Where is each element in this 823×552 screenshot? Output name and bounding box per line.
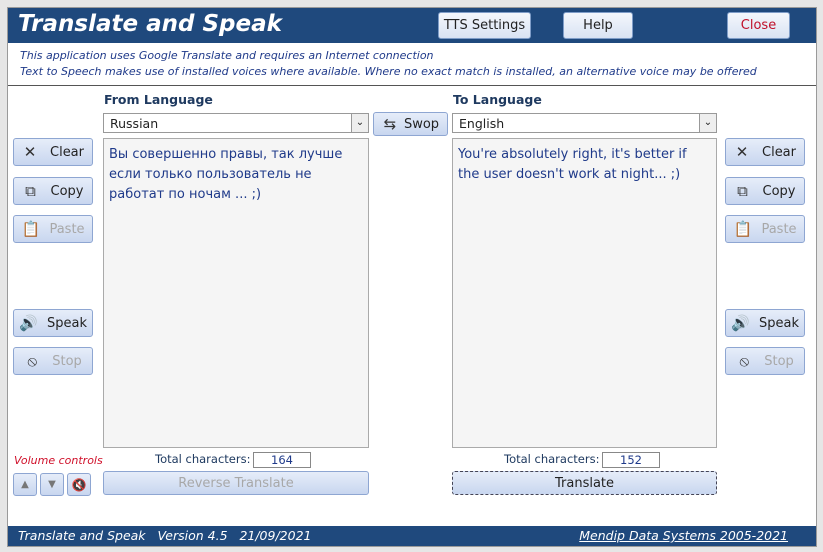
header-bar: Translate and Speak TTS Settings Help Cl… [8, 8, 816, 43]
left-speak-button[interactable]: 🔊 Speak [13, 309, 93, 337]
copy-icon: ⧉ [25, 182, 36, 200]
left-copy-button[interactable]: ⧉ Copy [13, 177, 93, 205]
app-window: Translate and Speak TTS Settings Help Cl… [7, 7, 817, 547]
speaker-icon: 🔊 [731, 314, 750, 332]
stop-speaker-icon: ⦸ [739, 352, 750, 370]
footer-version: Translate and Speak Version 4.5 21/09/20… [18, 528, 312, 543]
divider [8, 85, 816, 86]
to-count-value: 152 [602, 452, 660, 468]
left-clear-button[interactable]: ✕ Clear [13, 138, 93, 166]
right-stop-button[interactable]: ⦸ Stop [725, 347, 805, 375]
speaker-icon: 🔊 [19, 314, 38, 332]
reverse-translate-button[interactable]: Reverse Translate [103, 471, 369, 495]
left-paste-button[interactable]: 📋 Paste [13, 215, 93, 243]
app-title: Translate and Speak [18, 11, 282, 37]
close-button[interactable]: Close [727, 12, 790, 39]
x-icon: ✕ [23, 143, 37, 161]
copy-label: Copy [762, 183, 796, 199]
stop-label: Stop [52, 353, 82, 369]
right-clear-button[interactable]: ✕ Clear [725, 138, 805, 166]
from-language-select[interactable]: Russian ⌄ [103, 113, 369, 133]
from-count-value: 164 [253, 452, 311, 468]
help-button[interactable]: Help [563, 12, 633, 39]
clear-label: Clear [50, 144, 84, 160]
to-language-value: English [459, 116, 505, 131]
to-language-label: To Language [453, 92, 542, 107]
chevron-down-icon[interactable]: ⌄ [351, 114, 368, 132]
chevron-down-icon[interactable]: ⌄ [699, 114, 716, 132]
stop-label: Stop [764, 353, 794, 369]
translate-button[interactable]: Translate [452, 471, 717, 495]
paste-icon: 📋 [733, 220, 753, 238]
clear-label: Clear [762, 144, 796, 160]
volume-controls-label: Volume controls [14, 454, 103, 467]
copy-icon: ⧉ [737, 182, 748, 200]
mute-icon: 🔇 [71, 477, 87, 492]
translated-text-area[interactable]: You're absolutely right, it's better if … [452, 138, 717, 448]
swap-arrows-icon: ⇆ [383, 115, 397, 133]
x-icon: ✕ [735, 143, 749, 161]
info-line-1: This application uses Google Translate a… [20, 49, 434, 62]
tts-settings-button[interactable]: TTS Settings [438, 12, 531, 39]
paste-label: Paste [49, 221, 85, 237]
copy-label: Copy [50, 183, 84, 199]
to-count-label: Total characters: [504, 452, 600, 466]
right-speak-button[interactable]: 🔊 Speak [725, 309, 805, 337]
from-count-label: Total characters: [155, 452, 251, 466]
to-language-select[interactable]: English ⌄ [452, 113, 717, 133]
swop-button[interactable]: ⇆ Swop [373, 112, 448, 136]
triangle-up-icon: ▲ [21, 479, 29, 490]
swop-label: Swop [403, 116, 440, 132]
footer-company-link[interactable]: Mendip Data Systems 2005-2021 [579, 528, 788, 543]
from-language-value: Russian [110, 116, 159, 131]
left-stop-button[interactable]: ⦸ Stop [13, 347, 93, 375]
paste-icon: 📋 [21, 220, 41, 238]
footer-bar: Translate and Speak Version 4.5 21/09/20… [8, 526, 816, 546]
volume-up-button[interactable]: ▲ [13, 473, 37, 496]
triangle-down-icon: ▼ [48, 479, 56, 490]
stop-speaker-icon: ⦸ [27, 352, 38, 370]
right-copy-button[interactable]: ⧉ Copy [725, 177, 805, 205]
info-line-2: Text to Speech makes use of installed vo… [20, 65, 757, 78]
mute-button[interactable]: 🔇 [67, 473, 91, 496]
source-text-area[interactable]: Вы совершенно правы, так лучше если толь… [103, 138, 369, 448]
right-paste-button[interactable]: 📋 Paste [725, 215, 805, 243]
paste-label: Paste [761, 221, 797, 237]
from-language-label: From Language [104, 92, 213, 107]
volume-down-button[interactable]: ▼ [40, 473, 64, 496]
speak-label: Speak [759, 315, 799, 331]
speak-label: Speak [47, 315, 87, 331]
